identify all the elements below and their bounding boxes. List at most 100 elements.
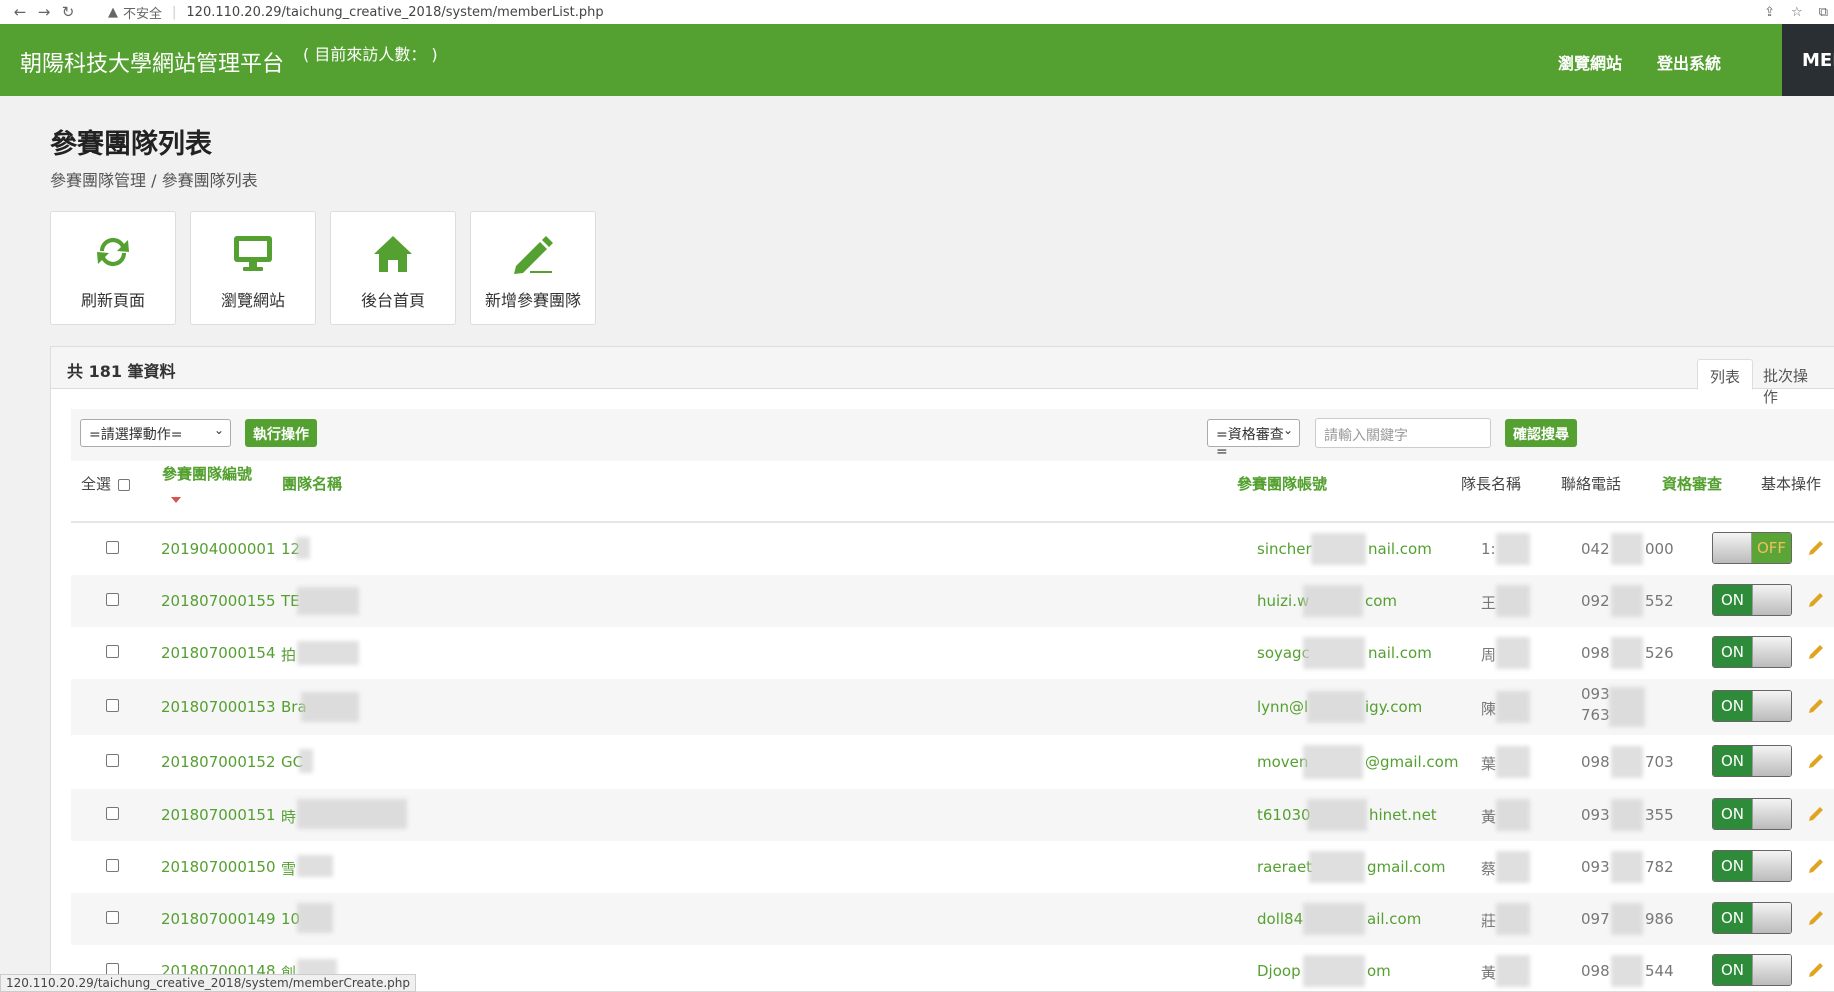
qualification-toggle[interactable]: ON: [1712, 584, 1792, 616]
redaction-blur: [1496, 851, 1530, 883]
team-name[interactable]: 拍: [281, 644, 296, 665]
table-row: 201807000152 GC moven @gmail.com 葉 098 7…: [71, 735, 1834, 789]
edit-pencil-icon[interactable]: [1807, 752, 1825, 770]
leader-name: 葉: [1481, 755, 1497, 773]
link-preview-status-bar: 120.110.20.29/taichung_creative_2018/sys…: [0, 974, 417, 992]
team-name[interactable]: 雪: [281, 858, 296, 879]
action-select[interactable]: =請選擇動作= ⌄: [80, 419, 231, 447]
qualification-toggle[interactable]: OFF: [1712, 532, 1792, 564]
qualification-header[interactable]: 資格審查: [1662, 473, 1722, 494]
row-checkbox[interactable]: [106, 645, 119, 658]
qualification-toggle[interactable]: ON: [1712, 954, 1792, 986]
select-all-header[interactable]: 全選: [81, 473, 130, 494]
edit-pencil-icon[interactable]: [1807, 961, 1825, 979]
qualification-toggle[interactable]: ON: [1712, 745, 1792, 777]
row-checkbox[interactable]: [106, 593, 119, 606]
tab-list[interactable]: 列表: [1697, 359, 1754, 390]
panel-header: 共 181 筆資料 列表 批次操作: [51, 347, 1834, 406]
row-checkbox[interactable]: [106, 807, 119, 820]
team-id-link[interactable]: 201904000001: [161, 540, 276, 558]
table-row: 201904000001 12 sincher nail.com 1: 042 …: [71, 523, 1834, 575]
edit-pencil-icon[interactable]: [1807, 539, 1825, 557]
team-id-link[interactable]: 201807000155: [161, 592, 276, 610]
team-id-link[interactable]: 201807000150: [161, 858, 276, 876]
edit-pencil-icon[interactable]: [1807, 643, 1825, 661]
redaction-blur: [1611, 799, 1643, 831]
security-indicator[interactable]: ▲ 不安全: [108, 3, 162, 22]
row-checkbox[interactable]: [106, 541, 119, 554]
account-email-end: @gmail.com: [1365, 753, 1459, 771]
edit-pencil-icon[interactable]: [1807, 805, 1825, 823]
table-row: 201807000154 拍 soyagc nail.com 周 098 526…: [71, 627, 1834, 679]
tab-batch-operation[interactable]: 批次操作: [1751, 359, 1834, 406]
edit-pencil-icon[interactable]: [1807, 591, 1825, 609]
phone-start: 098: [1581, 962, 1610, 980]
warning-icon: ▲: [108, 4, 118, 20]
site-title[interactable]: 朝陽科技大學網站管理平台: [20, 46, 284, 78]
qualification-toggle[interactable]: ON: [1712, 850, 1792, 882]
toggle-state: ON: [1713, 903, 1752, 933]
back-icon[interactable]: ←: [8, 3, 32, 21]
shortcut-label: 新增參賽團隊: [484, 291, 581, 310]
row-checkbox[interactable]: [106, 859, 119, 872]
qualification-toggle[interactable]: ON: [1712, 902, 1792, 934]
toggle-knob: [1751, 903, 1791, 933]
extension-icon[interactable]: ⧉: [1819, 5, 1828, 20]
account-email-start: sincher: [1257, 540, 1312, 558]
team-id-link[interactable]: 201807000152: [161, 753, 276, 771]
qualification-toggle[interactable]: ON: [1712, 798, 1792, 830]
execute-action-button[interactable]: 執行操作: [245, 419, 317, 447]
logout-link[interactable]: 登出系統: [1657, 50, 1721, 74]
qualification-toggle[interactable]: ON: [1712, 690, 1792, 722]
forward-icon[interactable]: →: [32, 3, 56, 21]
redaction-blur: [297, 799, 407, 829]
qualification-filter-select[interactable]: =資格審查= ⌄: [1207, 419, 1300, 460]
edit-pencil-icon[interactable]: [1807, 857, 1825, 875]
team-name[interactable]: 時: [281, 806, 296, 827]
select-all-checkbox[interactable]: [117, 478, 130, 491]
row-checkbox[interactable]: [106, 699, 119, 712]
account-email-end: gmail.com: [1367, 858, 1446, 876]
phone-end: 782: [1645, 858, 1674, 876]
insecure-label: 不安全: [123, 6, 163, 22]
redaction-blur: [296, 537, 310, 559]
team-id-link[interactable]: 201807000149: [161, 910, 276, 928]
browse-site-button[interactable]: 瀏覽網站: [190, 211, 316, 325]
shortcut-label: 瀏覽網站: [220, 291, 285, 310]
team-id-header[interactable]: 參賽團隊編號: [162, 463, 252, 484]
admin-home-button[interactable]: 後台首頁: [330, 211, 456, 325]
chevron-down-icon: ⌄: [213, 423, 224, 437]
table-row: 201807000155 TE huizi.w com 王 092 552 ON…: [71, 575, 1834, 627]
reload-icon[interactable]: ↻: [56, 3, 80, 21]
account-header[interactable]: 參賽團隊帳號: [1237, 473, 1327, 494]
bookmark-star-icon[interactable]: ☆: [1791, 5, 1803, 20]
team-id-link[interactable]: 201807000151: [161, 806, 276, 824]
leader-name: 王: [1481, 594, 1497, 612]
toggle-state: ON: [1713, 955, 1752, 985]
redaction-blur: [1496, 585, 1530, 617]
table-row: 201807000149 10 doll84 ail.com 莊 097 986…: [71, 893, 1834, 945]
shortcut-label: 刷新頁面: [80, 291, 145, 310]
team-id-link[interactable]: 201807000153: [161, 698, 276, 716]
confirm-search-button[interactable]: 確認搜尋: [1505, 419, 1577, 447]
browse-site-link[interactable]: 瀏覽網站: [1558, 50, 1622, 74]
share-icon[interactable]: ⇪: [1764, 5, 1775, 20]
account-email-end: nail.com: [1368, 644, 1432, 662]
row-checkbox[interactable]: [106, 911, 119, 924]
phone-start: 097: [1581, 910, 1610, 928]
refresh-page-button[interactable]: 刷新頁面: [50, 211, 176, 325]
redaction-blur: [1307, 799, 1367, 831]
team-id-link[interactable]: 201807000154: [161, 644, 276, 662]
row-checkbox[interactable]: [106, 754, 119, 767]
team-name-header[interactable]: 團隊名稱: [282, 473, 342, 494]
keyword-search-input[interactable]: 請輸入關鍵字: [1315, 418, 1491, 448]
menu-button[interactable]: MENU: [1782, 24, 1834, 96]
qualification-toggle[interactable]: ON: [1712, 636, 1792, 668]
refresh-icon: [97, 237, 129, 267]
edit-pencil-icon[interactable]: [1807, 909, 1825, 927]
account-email-end: igy.com: [1365, 698, 1423, 716]
edit-pencil-icon[interactable]: [1807, 697, 1825, 715]
address-bar[interactable]: 120.110.20.29/taichung_creative_2018/sys…: [186, 5, 603, 20]
add-team-button[interactable]: 新增參賽團隊: [470, 211, 596, 325]
sort-desc-icon[interactable]: [171, 497, 181, 503]
